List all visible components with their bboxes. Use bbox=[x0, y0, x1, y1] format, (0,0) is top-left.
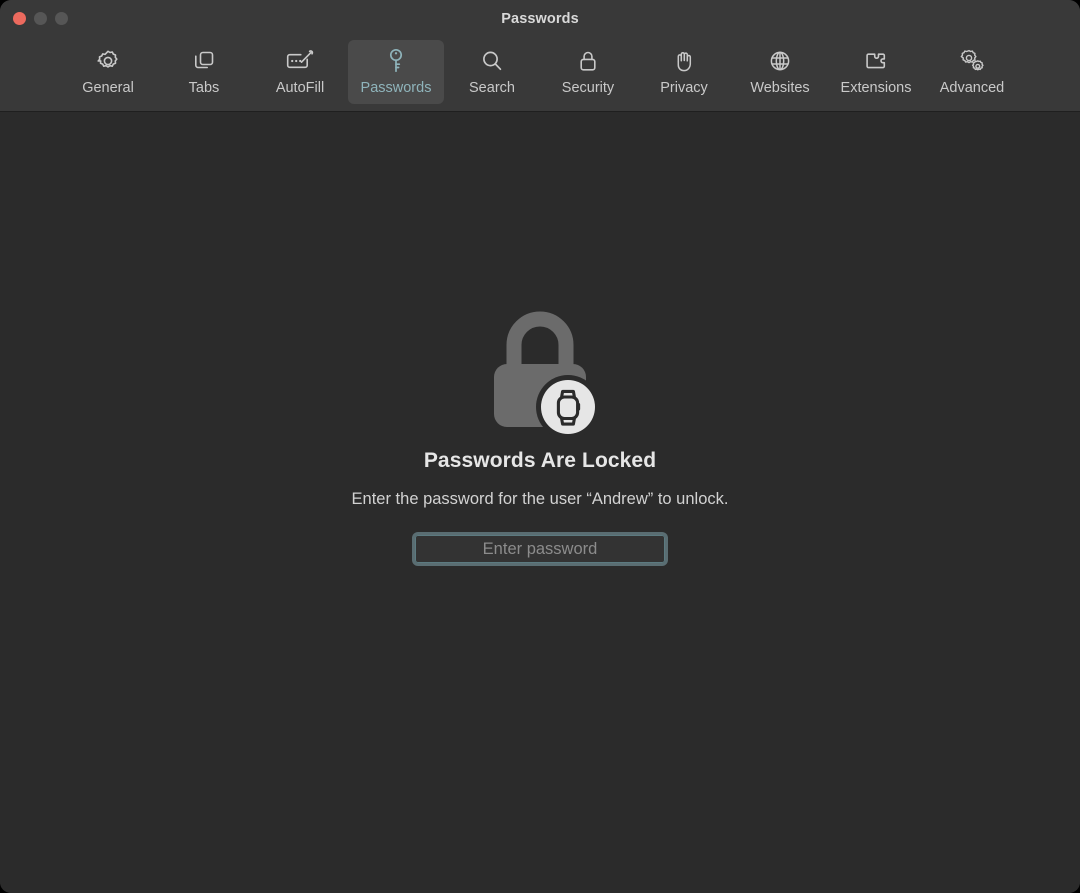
password-field-focus-ring bbox=[412, 532, 668, 567]
tab-advanced[interactable]: Advanced bbox=[924, 40, 1020, 104]
tab-security[interactable]: Security bbox=[540, 40, 636, 104]
globe-icon bbox=[767, 47, 793, 75]
tab-websites[interactable]: Websites bbox=[732, 40, 828, 104]
tabs-icon bbox=[191, 47, 217, 75]
zoom-window-button[interactable] bbox=[55, 12, 68, 25]
puzzle-piece-icon bbox=[863, 47, 889, 75]
hand-icon bbox=[672, 47, 696, 75]
key-icon bbox=[383, 47, 409, 75]
preferences-toolbar: General Tabs AutoFill Passwords Search S… bbox=[0, 37, 1080, 112]
padlock-icon bbox=[576, 47, 600, 75]
tab-general[interactable]: General bbox=[60, 40, 156, 104]
locked-message: Enter the password for the user “Andrew”… bbox=[351, 490, 729, 508]
tab-privacy[interactable]: Privacy bbox=[636, 40, 732, 104]
tab-extensions[interactable]: Extensions bbox=[828, 40, 924, 104]
tab-passwords[interactable]: Passwords bbox=[348, 40, 444, 104]
passwords-locked-panel: Passwords Are Locked Enter the password … bbox=[0, 112, 1080, 893]
gear-icon bbox=[95, 47, 121, 75]
passwords-preferences-window: Passwords General Tabs AutoFill Password… bbox=[0, 0, 1080, 893]
tab-search[interactable]: Search bbox=[444, 40, 540, 104]
tab-search-label: Search bbox=[469, 80, 515, 96]
search-icon bbox=[479, 47, 505, 75]
tab-websites-label: Websites bbox=[750, 80, 810, 96]
minimize-window-button[interactable] bbox=[34, 12, 47, 25]
tab-privacy-label: Privacy bbox=[660, 80, 708, 96]
tab-autofill[interactable]: AutoFill bbox=[252, 40, 348, 104]
double-gear-icon bbox=[958, 47, 986, 75]
tab-general-label: General bbox=[82, 80, 134, 96]
autofill-icon bbox=[285, 47, 315, 75]
tab-security-label: Security bbox=[561, 80, 615, 96]
close-window-button[interactable] bbox=[13, 12, 26, 25]
tab-tabs[interactable]: Tabs bbox=[156, 40, 252, 104]
tab-extensions-label: Extensions bbox=[840, 80, 912, 96]
window-title: Passwords bbox=[501, 10, 579, 27]
tab-advanced-label: Advanced bbox=[939, 80, 1005, 96]
tab-passwords-label: Passwords bbox=[360, 80, 432, 96]
password-input[interactable] bbox=[415, 535, 665, 564]
locked-padlock-with-watch-badge-icon bbox=[480, 305, 600, 439]
tab-autofill-label: AutoFill bbox=[275, 80, 325, 96]
page-title: Passwords Are Locked bbox=[423, 449, 657, 472]
tab-tabs-label: Tabs bbox=[188, 80, 220, 96]
window-titlebar: Passwords bbox=[0, 0, 1080, 37]
window-controls bbox=[13, 0, 68, 37]
